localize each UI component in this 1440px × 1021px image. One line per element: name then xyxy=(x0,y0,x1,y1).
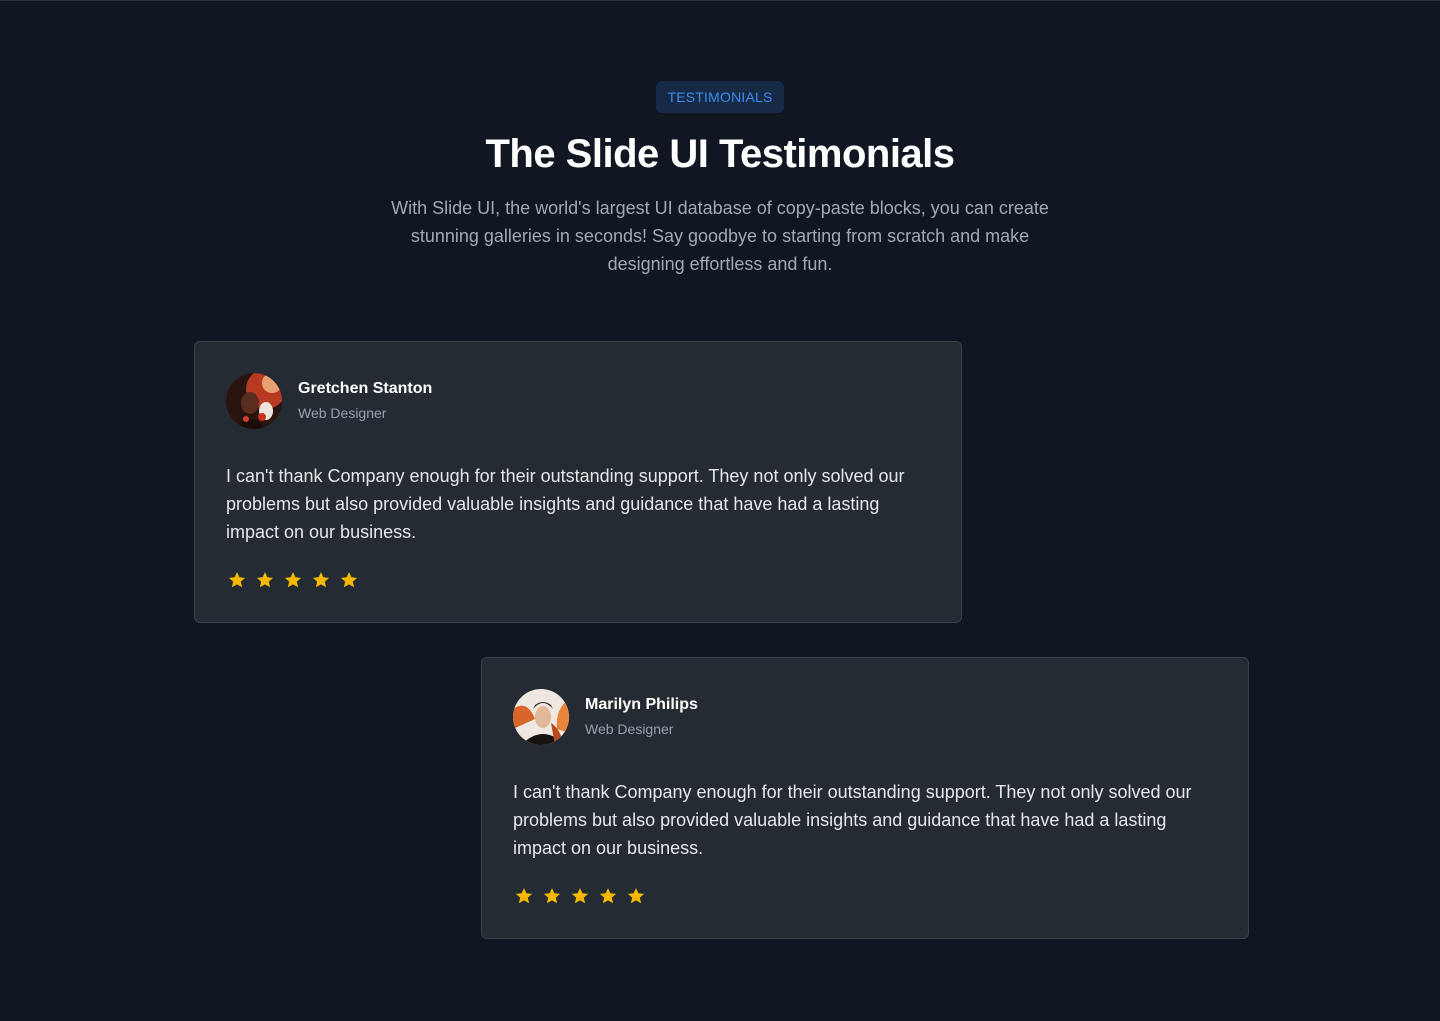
star-icon xyxy=(284,572,302,588)
testimonial-quote: I can't thank Company enough for their o… xyxy=(513,782,1192,858)
reviewer-role: Web Designer xyxy=(585,721,674,737)
testimonial-card: Marilyn Philips Web Designer I can't tha… xyxy=(481,657,1249,939)
section-title: The Slide UI Testimonials xyxy=(485,132,955,176)
avatar xyxy=(513,689,569,745)
star-rating xyxy=(227,570,359,590)
avatar xyxy=(226,373,282,429)
star-icon xyxy=(256,572,274,588)
reviewer-name: Gretchen Stanton xyxy=(298,380,433,397)
star-rating xyxy=(514,886,646,906)
reviewer-role: Web Designer xyxy=(298,405,387,421)
testimonial-card: Gretchen Stanton Web Designer I can't th… xyxy=(194,341,962,623)
section-badge: TESTIMONIALS xyxy=(656,81,784,113)
star-icon xyxy=(627,888,645,904)
star-icon xyxy=(228,572,246,588)
avatar-photo-icon xyxy=(513,689,569,745)
star-icon xyxy=(599,888,617,904)
reviewer-name: Marilyn Philips xyxy=(585,696,698,713)
star-icon xyxy=(515,888,533,904)
section-subtitle: With Slide UI, the world's largest UI da… xyxy=(391,198,1049,274)
star-icon xyxy=(312,572,330,588)
star-icon xyxy=(543,888,561,904)
testimonial-quote: I can't thank Company enough for their o… xyxy=(226,466,905,542)
avatar-photo-icon xyxy=(226,373,282,429)
star-icon xyxy=(571,888,589,904)
star-icon xyxy=(340,572,358,588)
top-divider xyxy=(0,0,1440,1)
